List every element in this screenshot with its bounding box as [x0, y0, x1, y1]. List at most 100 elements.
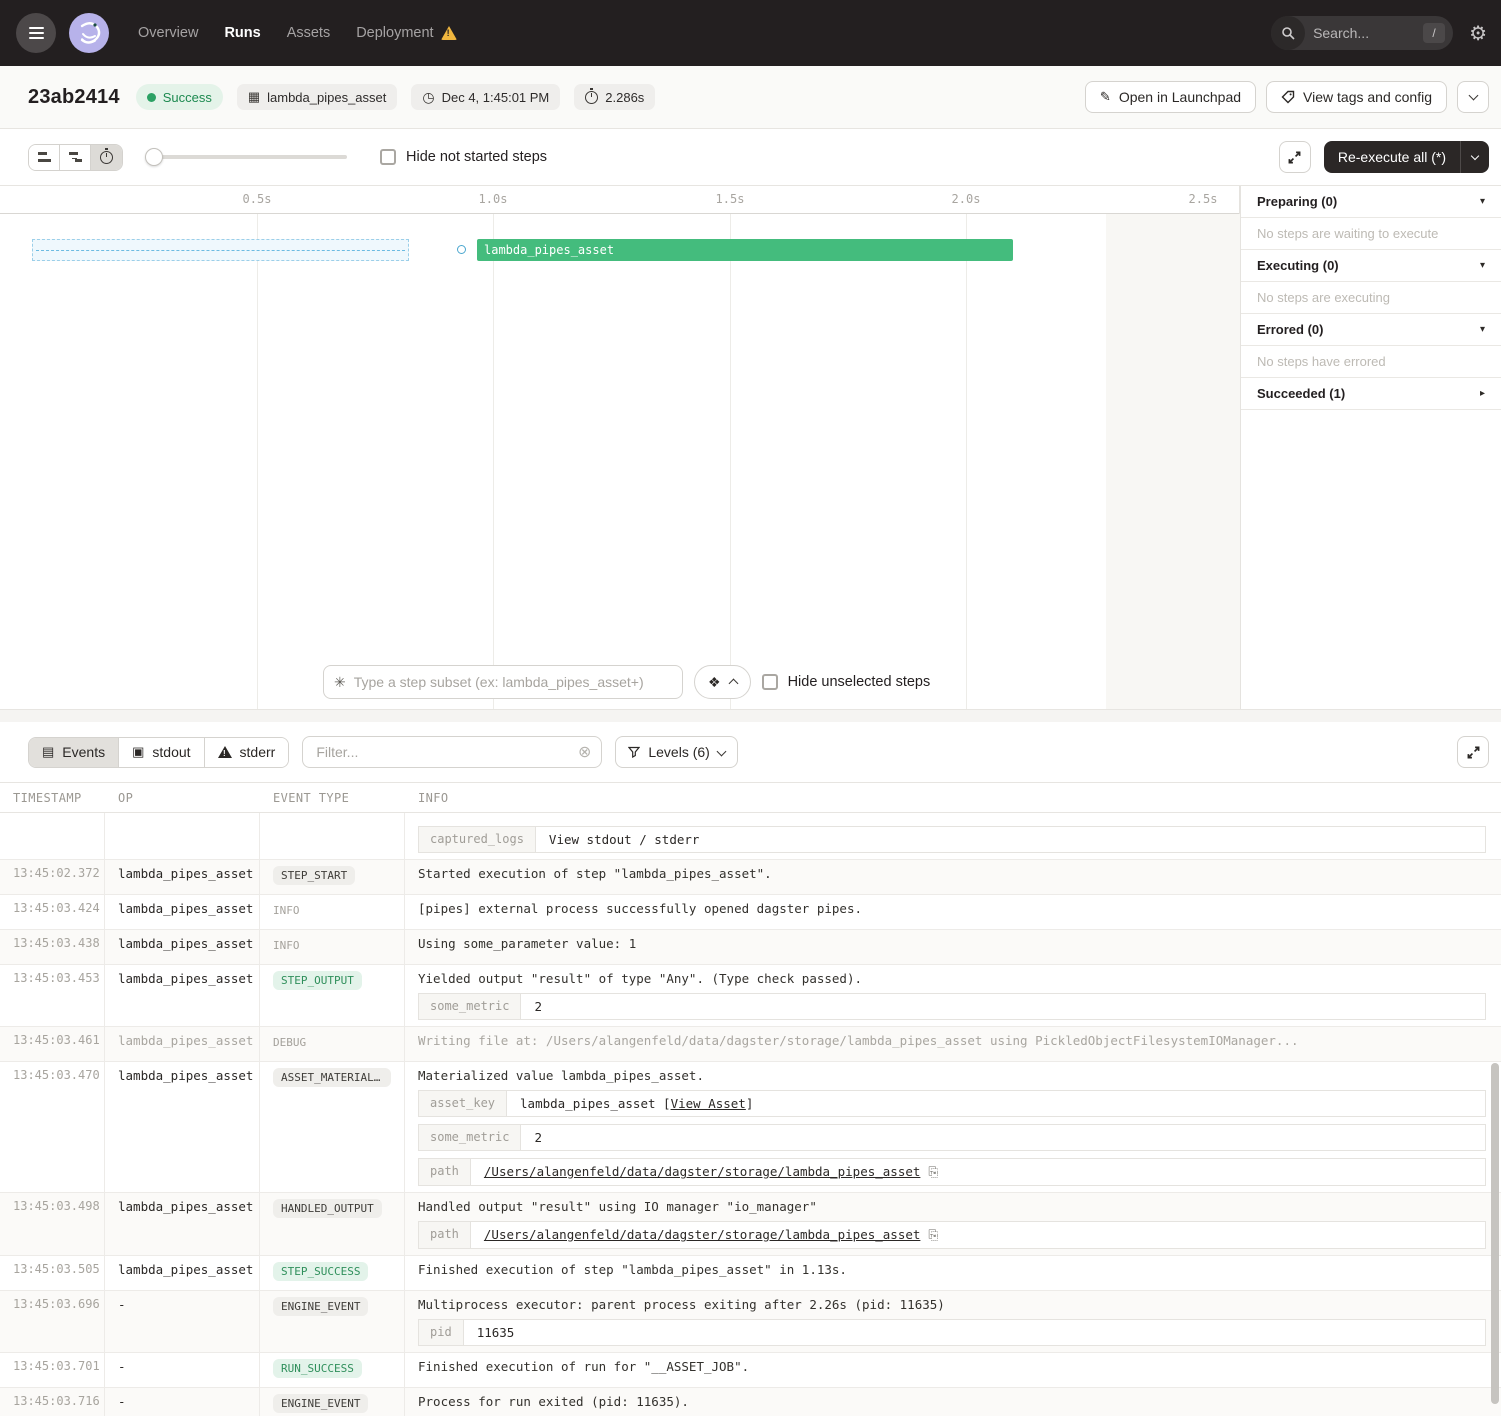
log-info: Finished execution of step "lambda_pipes… [405, 1256, 1501, 1290]
status-section-succeeded[interactable]: Succeeded (1)▸ [1241, 378, 1501, 410]
checkbox-icon[interactable] [380, 149, 396, 165]
log-event-type: STEP_OUTPUT [260, 965, 405, 1026]
logs-toolbar: ▤ Events ▣ stdout stderr Filter... ⊗ Lev… [0, 722, 1501, 782]
job-grid-icon: ▦ [248, 89, 260, 105]
view-tags-config-button[interactable]: View tags and config [1266, 81, 1447, 113]
event-type-badge: RUN_SUCCESS [273, 1359, 362, 1378]
log-event-type: DEBUG [260, 1027, 405, 1061]
log-row[interactable]: 13:45:03.461lambda_pipes_assetDEBUGWriti… [0, 1027, 1501, 1062]
log-filter-input[interactable]: Filter... ⊗ [302, 736, 602, 768]
checkbox-icon[interactable] [762, 674, 778, 690]
status-section-helper: No steps are executing [1241, 282, 1501, 314]
step-marker-dot-icon [457, 245, 466, 254]
log-op [105, 813, 260, 859]
log-row[interactable]: 13:45:03.716-ENGINE_EVENTProcess for run… [0, 1388, 1501, 1416]
status-badge: Success [136, 84, 223, 110]
log-timestamp: 13:45:03.424 [0, 895, 105, 929]
log-row[interactable]: 13:45:02.372lambda_pipes_assetSTEP_START… [0, 860, 1501, 895]
event-type-badge: INFO [273, 901, 300, 920]
log-row[interactable]: 13:45:03.696-ENGINE_EVENTMultiprocess ex… [0, 1291, 1501, 1353]
log-tabs: ▤ Events ▣ stdout stderr [28, 737, 289, 768]
log-op: lambda_pipes_asset [105, 1027, 260, 1061]
log-event-type: STEP_START [260, 860, 405, 894]
tab-events[interactable]: ▤ Events [29, 738, 119, 767]
status-section-executing[interactable]: Executing (0)▾ [1241, 250, 1501, 282]
view-waterfall-button[interactable] [60, 145, 91, 170]
panel-splitter[interactable] [0, 710, 1501, 722]
metadata-value: /Users/alangenfeld/data/dagster/storage/… [471, 1159, 1485, 1185]
view-flat-button[interactable] [29, 145, 60, 170]
col-op: OP [105, 791, 260, 805]
reexecute-dropdown-button[interactable] [1461, 155, 1489, 159]
levels-dropdown[interactable]: Levels (6) [615, 736, 737, 768]
log-table-header: TIMESTAMP OP EVENT TYPE INFO [0, 783, 1501, 813]
settings-gear-icon[interactable]: ⚙ [1469, 21, 1487, 46]
log-timestamp: 13:45:03.470 [0, 1062, 105, 1192]
log-timestamp: 13:45:03.701 [0, 1353, 105, 1387]
log-event-type: HANDLED_OUTPUT [260, 1193, 405, 1255]
search-icon [1271, 16, 1305, 50]
log-row[interactable]: 13:45:03.438lambda_pipes_assetINFOUsing … [0, 930, 1501, 965]
gridline [257, 214, 258, 709]
slider-knob[interactable] [145, 148, 163, 166]
status-section-preparing[interactable]: Preparing (0)▾ [1241, 186, 1501, 218]
metadata-key: path [419, 1159, 471, 1185]
tab-stderr[interactable]: stderr [205, 738, 289, 767]
metadata-entry: pid11635 [418, 1319, 1486, 1346]
gantt-fullscreen-button[interactable] [1279, 141, 1311, 173]
log-timestamp: 13:45:03.461 [0, 1027, 105, 1061]
job-tag[interactable]: ▦ lambda_pipes_asset [237, 84, 398, 110]
log-op: - [105, 1353, 260, 1387]
status-section-errored[interactable]: Errored (0)▾ [1241, 314, 1501, 346]
graph-options-button[interactable]: ❖ [694, 665, 751, 699]
hamburger-menu-icon[interactable] [16, 13, 56, 53]
metadata-value: /Users/alangenfeld/data/dagster/storage/… [471, 1222, 1485, 1248]
log-scrollbar[interactable] [1491, 1063, 1499, 1404]
run-actions-chevron-button[interactable] [1457, 81, 1489, 113]
global-search-input[interactable]: Search... / [1271, 16, 1453, 50]
log-timestamp: 13:45:03.696 [0, 1291, 105, 1352]
clear-filter-icon[interactable]: ⊗ [578, 742, 591, 762]
nav-overview[interactable]: Overview [138, 25, 198, 41]
logs-fullscreen-button[interactable] [1457, 736, 1489, 768]
after-run-shade [1106, 214, 1240, 709]
open-in-launchpad-button[interactable]: ✎ Open in Launchpad [1085, 81, 1256, 113]
log-row[interactable]: captured_logsView stdout / stderr [0, 813, 1501, 860]
log-row[interactable]: 13:45:03.470lambda_pipes_assetASSET_MATE… [0, 1062, 1501, 1193]
nav-deployment[interactable]: Deployment [356, 25, 456, 41]
metadata-entry: some_metric2 [418, 1124, 1486, 1151]
log-timestamp: 13:45:03.505 [0, 1256, 105, 1290]
dagster-logo-icon[interactable] [68, 12, 110, 54]
log-row[interactable]: 13:45:03.453lambda_pipes_assetSTEP_OUTPU… [0, 965, 1501, 1027]
chevron-right-icon: ▸ [1480, 388, 1485, 399]
nav-assets[interactable]: Assets [287, 25, 331, 41]
zoom-slider[interactable] [147, 155, 347, 159]
copy-icon[interactable]: ⎘ [928, 1164, 938, 1179]
log-row[interactable]: 13:45:03.498lambda_pipes_assetHANDLED_OU… [0, 1193, 1501, 1256]
tab-stdout[interactable]: ▣ stdout [119, 738, 204, 767]
scrollbar-thumb[interactable] [1491, 1063, 1499, 1404]
step-subset-input[interactable]: ✳ Type a step subset (ex: lambda_pipes_a… [323, 665, 683, 699]
log-info: Process for run exited (pid: 11635). [405, 1388, 1501, 1416]
nav-runs[interactable]: Runs [224, 25, 260, 41]
view-asset-link[interactable]: View Asset [671, 1096, 746, 1111]
gridline [966, 214, 967, 709]
chevron-down-icon: ▾ [1480, 324, 1485, 335]
reexecute-all-button[interactable]: Re-execute all (*) [1324, 141, 1489, 173]
gantt-step-bar[interactable]: lambda_pipes_asset [477, 239, 1013, 261]
hide-unselected-checkbox[interactable]: Hide unselected steps [762, 674, 931, 690]
log-info: Using some_parameter value: 1 [405, 930, 1501, 964]
run-header: 23ab2414 Success ▦ lambda_pipes_asset ◷ … [0, 66, 1501, 129]
log-row[interactable]: 13:45:03.505lambda_pipes_assetSTEP_SUCCE… [0, 1256, 1501, 1291]
view-timed-button[interactable] [91, 145, 122, 170]
metadata-value: 2 [521, 1125, 1485, 1150]
event-type-badge: ENGINE_EVENT [273, 1297, 368, 1316]
log-row[interactable]: 13:45:03.701-RUN_SUCCESSFinished executi… [0, 1353, 1501, 1388]
path-link[interactable]: /Users/alangenfeld/data/dagster/storage/… [484, 1227, 921, 1242]
path-link[interactable]: /Users/alangenfeld/data/dagster/storage/… [484, 1164, 921, 1179]
start-time-tag: ◷ Dec 4, 1:45:01 PM [411, 84, 560, 110]
log-row[interactable]: 13:45:03.424lambda_pipes_assetINFO[pipes… [0, 895, 1501, 930]
hide-not-started-checkbox[interactable]: Hide not started steps [380, 149, 547, 165]
copy-icon[interactable]: ⎘ [928, 1227, 938, 1242]
pencil-icon: ✎ [1100, 89, 1111, 105]
